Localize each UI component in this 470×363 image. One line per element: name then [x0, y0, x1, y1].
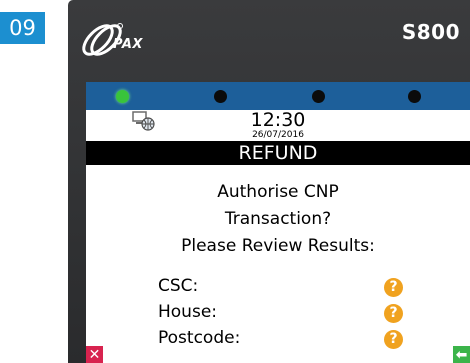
- enter-button[interactable]: ⬅: [453, 346, 470, 363]
- cancel-x-icon: ✕: [88, 346, 101, 363]
- time-bar: 12:30 26/07/2016: [86, 110, 470, 141]
- status-led-3: [312, 90, 325, 103]
- status-led-4: [408, 90, 421, 103]
- status-bar: [86, 82, 470, 110]
- pax-logo: PAX: [76, 20, 196, 60]
- step-number-badge: 09: [0, 12, 45, 44]
- postcode-label: Postcode:: [158, 328, 241, 348]
- screen-title: REFUND: [86, 141, 470, 165]
- house-label: House:: [158, 302, 218, 322]
- clock-date: 26/07/2016: [252, 130, 304, 140]
- cancel-button[interactable]: ✕: [86, 346, 103, 363]
- clock-time: 12:30: [250, 109, 306, 131]
- prompt-line-3: Please Review Results:: [181, 236, 375, 256]
- status-led-2: [214, 90, 227, 103]
- csc-question-icon: ?: [384, 278, 403, 297]
- csc-label: CSC:: [158, 276, 199, 296]
- house-question-icon: ?: [384, 304, 403, 323]
- payment-terminal: PAX S800 12:30 26/07/2016 REFUND Authori…: [68, 0, 470, 363]
- postcode-question-icon: ?: [384, 330, 403, 349]
- enter-arrow-icon: ⬅: [455, 346, 468, 363]
- prompt-line-2: Transaction?: [224, 209, 332, 229]
- model-name: S800: [401, 20, 460, 44]
- brand-name: PAX: [113, 37, 143, 52]
- status-led-1: [116, 90, 129, 103]
- terminal-screen: 12:30 26/07/2016 REFUND Authorise CNP Tr…: [86, 82, 470, 363]
- prompt-line-1: Authorise CNP: [217, 182, 339, 202]
